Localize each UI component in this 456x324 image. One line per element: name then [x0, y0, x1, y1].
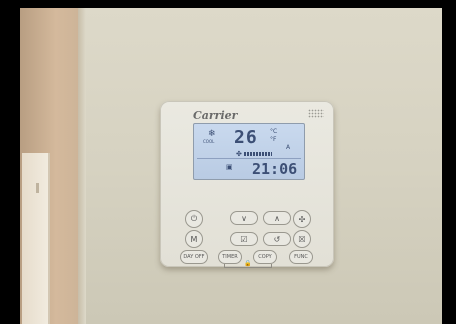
func-button[interactable]: FUNC — [289, 250, 313, 264]
confirm-button[interactable]: ☒ — [293, 230, 311, 248]
snowflake-icon: ❄ — [208, 129, 216, 139]
copy-button[interactable]: COPY — [253, 250, 277, 264]
set-temperature: 26 — [234, 127, 258, 148]
fan-icon: ✤ — [236, 150, 242, 158]
mode-label: COOL — [203, 139, 215, 144]
door-latch — [36, 183, 39, 193]
temp-up-button[interactable]: ∧ — [263, 211, 291, 225]
photo-scene: Carrier ❄ COOL 26 °C °F ✤ A ▣ 21:06 ⏻ ∨ … — [20, 8, 442, 324]
back-button[interactable]: ↺ — [263, 232, 291, 246]
lock-icon: 🔒 — [244, 260, 252, 267]
wall-corner — [78, 8, 86, 324]
lcd-divider — [197, 158, 301, 159]
unit-c: °C — [270, 128, 278, 135]
mode-button[interactable]: M — [185, 230, 203, 248]
fan-button[interactable]: ✣ — [293, 210, 311, 228]
wall-controller: Carrier ❄ COOL 26 °C °F ✤ A ▣ 21:06 ⏻ ∨ … — [160, 101, 334, 268]
fan-speed-bars — [244, 152, 272, 156]
unit-f: °F — [270, 136, 277, 143]
swing-button[interactable]: ☑ — [230, 232, 258, 246]
timer-icon: ▣ — [226, 163, 233, 171]
temp-down-button[interactable]: ∨ — [230, 211, 258, 225]
speaker-grille-icon — [308, 109, 324, 118]
timer-button[interactable]: TIMER — [218, 250, 242, 264]
brand-logo: Carrier — [193, 109, 238, 122]
door-frame — [22, 153, 50, 324]
clock-display: 21:06 — [252, 160, 298, 178]
power-button[interactable]: ⏻ — [185, 210, 203, 228]
lcd-display: ❄ COOL 26 °C °F ✤ A ▣ 21:06 — [193, 123, 305, 180]
day-off-button[interactable]: DAY OFF — [180, 250, 208, 264]
fan-auto-indicator: A — [286, 144, 291, 151]
